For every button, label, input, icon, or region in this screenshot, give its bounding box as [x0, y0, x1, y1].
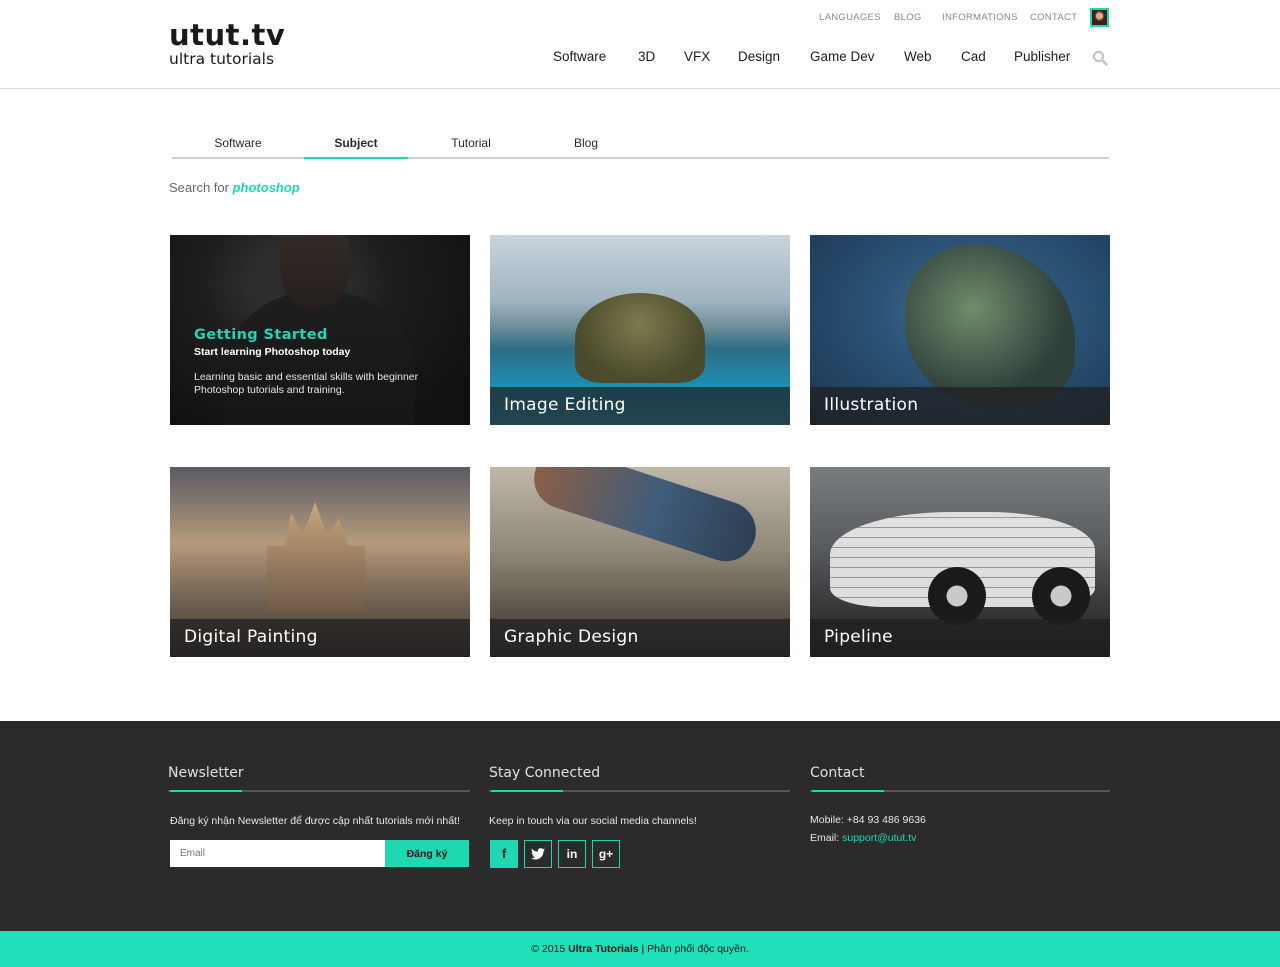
tab-subject[interactable]: Subject [304, 133, 408, 159]
linkedin-icon[interactable]: in [558, 840, 586, 868]
copyright-bar: © 2015 Ultra Tutorials | Phân phối độc q… [0, 931, 1280, 967]
card-image-turtle-island [575, 293, 705, 383]
card-illustration[interactable]: Illustration [810, 235, 1110, 425]
card-label: Digital Painting [184, 627, 318, 647]
nav-cad[interactable]: Cad [961, 49, 986, 64]
contact-email-link[interactable]: support@utut.tv [842, 832, 916, 844]
top-link-informations[interactable]: INFORMATIONS [942, 12, 1018, 23]
card-graphic-design[interactable]: Graphic Design [490, 467, 790, 657]
content-tabs: Software Subject Tutorial Blog [172, 133, 1109, 159]
contact-mobile-value: +84 93 486 9636 [846, 814, 926, 826]
search-result-heading: Search for photoshop [169, 180, 300, 195]
nav-web[interactable]: Web [904, 49, 932, 64]
card-label: Pipeline [824, 627, 893, 647]
tab-tutorial[interactable]: Tutorial [420, 133, 522, 159]
card-caption: Graphic Design [490, 619, 790, 657]
nav-design[interactable]: Design [738, 49, 780, 64]
stay-connected-heading: Stay Connected [489, 765, 790, 792]
newsletter-subscribe-button[interactable]: Đăng ký [385, 840, 469, 867]
card-label: Graphic Design [504, 627, 639, 647]
contact-details: Mobile: +84 93 486 9636 Email: support@u… [810, 811, 1110, 847]
newsletter-heading: Newsletter [168, 765, 470, 792]
google-plus-icon[interactable]: g+ [592, 840, 620, 868]
nav-game-dev[interactable]: Game Dev [810, 49, 875, 64]
card-caption: Image Editing [490, 387, 790, 425]
newsletter-email-input[interactable] [170, 840, 385, 867]
site-header: utut.tv ultra tutorials LANGUAGES BLOG I… [0, 0, 1280, 89]
card-caption: Pipeline [810, 619, 1110, 657]
card-digital-painting[interactable]: Digital Painting [170, 467, 470, 657]
footer-contact: Contact Mobile: +84 93 486 9636 Email: s… [810, 765, 1110, 847]
featured-description: Learning basic and essential skills with… [194, 371, 419, 396]
tab-blog[interactable]: Blog [536, 133, 636, 159]
contact-email-label: Email: [810, 832, 840, 844]
tab-software[interactable]: Software [172, 133, 304, 159]
contact-mobile: Mobile: +84 93 486 9636 [810, 811, 1110, 829]
avatar-image [1092, 10, 1107, 25]
facebook-icon[interactable]: f [490, 840, 518, 868]
footer-stay-connected: Stay Connected Keep in touch via our soc… [489, 765, 790, 868]
copyright-brand: Ultra Tutorials [568, 943, 639, 955]
top-utility-links: LANGUAGES BLOG INFORMATIONS CONTACT [0, 12, 1280, 26]
user-avatar[interactable] [1090, 8, 1109, 27]
copyright-suffix: Phân phối độc quyền. [647, 943, 749, 955]
contact-mobile-label: Mobile: [810, 814, 844, 826]
nav-software[interactable]: Software [553, 49, 606, 64]
card-caption: Illustration [810, 387, 1110, 425]
card-label: Image Editing [504, 395, 626, 415]
top-link-contact[interactable]: CONTACT [1030, 12, 1077, 23]
featured-subtitle: Start learning Photoshop today [194, 346, 351, 358]
newsletter-text: Đăng ký nhận Newsletter để được cập nhất… [170, 815, 460, 827]
search-prefix: Search for [169, 180, 229, 195]
featured-title: Getting Started [194, 327, 328, 343]
contact-email: Email: support@utut.tv [810, 829, 1110, 847]
nav-3d[interactable]: 3D [638, 49, 655, 64]
main-navigation: Software 3D VFX Design Game Dev Web Cad … [0, 49, 1280, 67]
copyright-separator: | [641, 943, 645, 955]
card-image-editing[interactable]: Image Editing [490, 235, 790, 425]
nav-publisher[interactable]: Publisher [1014, 49, 1070, 64]
top-link-languages[interactable]: LANGUAGES [819, 12, 881, 23]
card-pipeline[interactable]: Pipeline [810, 467, 1110, 657]
copyright-prefix: © 2015 [531, 943, 566, 955]
twitter-bird-glyph [531, 848, 545, 860]
newsletter-form: Đăng ký [170, 840, 469, 867]
contact-heading: Contact [810, 765, 1110, 792]
search-term: photoshop [232, 180, 300, 195]
twitter-icon[interactable] [524, 840, 552, 868]
nav-vfx[interactable]: VFX [684, 49, 710, 64]
card-caption: Digital Painting [170, 619, 470, 657]
stay-connected-text: Keep in touch via our social media chann… [489, 815, 697, 827]
top-link-blog[interactable]: BLOG [894, 12, 922, 23]
search-icon[interactable] [1092, 50, 1108, 66]
featured-card-getting-started[interactable]: Getting Started Start learning Photoshop… [170, 235, 470, 425]
card-label: Illustration [824, 395, 919, 415]
site-footer: Newsletter Đăng ký nhận Newsletter để đư… [0, 721, 1280, 931]
car-wheel-rear [1032, 567, 1090, 625]
footer-newsletter: Newsletter Đăng ký nhận Newsletter để đư… [168, 765, 470, 867]
car-wheel-front [928, 567, 986, 625]
